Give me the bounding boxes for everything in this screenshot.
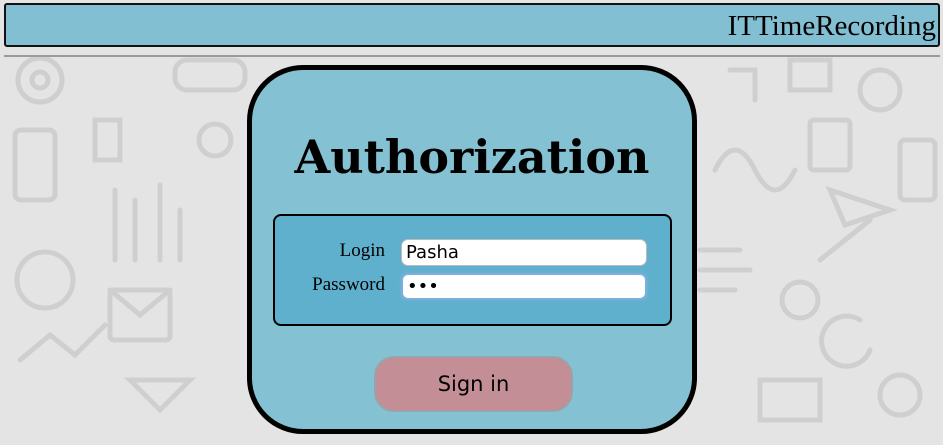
app-title: ITTimeRecording (727, 10, 936, 42)
login-input[interactable] (401, 239, 647, 266)
sign-in-button[interactable]: Sign in (374, 356, 573, 412)
app-header: ITTimeRecording (4, 3, 940, 47)
authorization-panel: Authorization Login Password Sign in (247, 65, 697, 434)
password-input[interactable] (401, 273, 647, 300)
login-form: Login Password (273, 214, 672, 326)
page-title: Authorization (294, 130, 650, 184)
header-divider (4, 55, 940, 57)
login-label: Login (339, 240, 385, 261)
password-label: Password (312, 274, 385, 295)
